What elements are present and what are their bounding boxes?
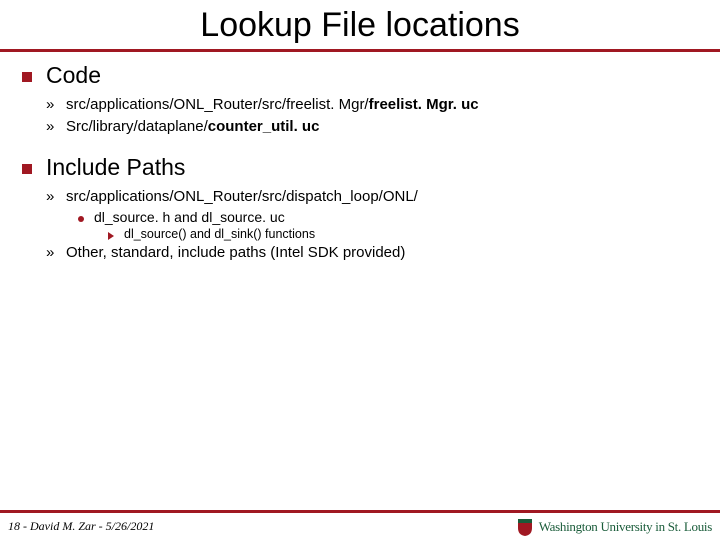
sub-list-item: dl_source. h and dl_source. uc [78,209,698,225]
triangle-bullet-icon [108,232,114,240]
dot-bullet-icon [78,216,84,222]
section-heading: Include Paths [46,154,185,181]
guillemet-icon: » [46,95,60,115]
list-text: src/applications/ONL_Router/src/dispatch… [66,187,418,207]
list-item: » Other, standard, include paths (Intel … [46,243,698,263]
footer-right: Washington University in St. Louis [517,518,712,536]
guillemet-icon: » [46,117,60,137]
slide-footer: 18 - David M. Zar - 5/26/2021 Washington… [0,510,720,540]
list-text: Other, standard, include paths (Intel SD… [66,243,405,263]
subsub-list-item: dl_source() and dl_sink() functions [108,227,698,241]
section-heading: Code [46,62,101,89]
list-item: » src/applications/ONL_Router/src/dispat… [46,187,698,207]
subsub-list-text: dl_source() and dl_sink() functions [124,227,315,241]
guillemet-icon: » [46,187,60,207]
square-bullet-icon [22,72,32,82]
slide-title: Lookup File locations [0,0,720,49]
university-wordmark: Washington University in St. Louis [539,519,712,535]
list-item: » src/applications/ONL_Router/src/freeli… [46,95,698,115]
guillemet-icon: » [46,243,60,263]
footer-left: 18 - David M. Zar - 5/26/2021 [8,519,154,534]
section-include-paths: Include Paths [22,154,698,181]
section-code: Code [22,62,698,89]
list-text: src/applications/ONL_Router/src/freelist… [66,95,479,115]
shield-icon [517,518,533,536]
square-bullet-icon [22,164,32,174]
list-item: » Src/library/dataplane/counter_util. uc [46,117,698,137]
list-text: Src/library/dataplane/counter_util. uc [66,117,319,137]
slide-body: Code » src/applications/ONL_Router/src/f… [0,52,720,263]
sub-list-text: dl_source. h and dl_source. uc [94,209,285,225]
